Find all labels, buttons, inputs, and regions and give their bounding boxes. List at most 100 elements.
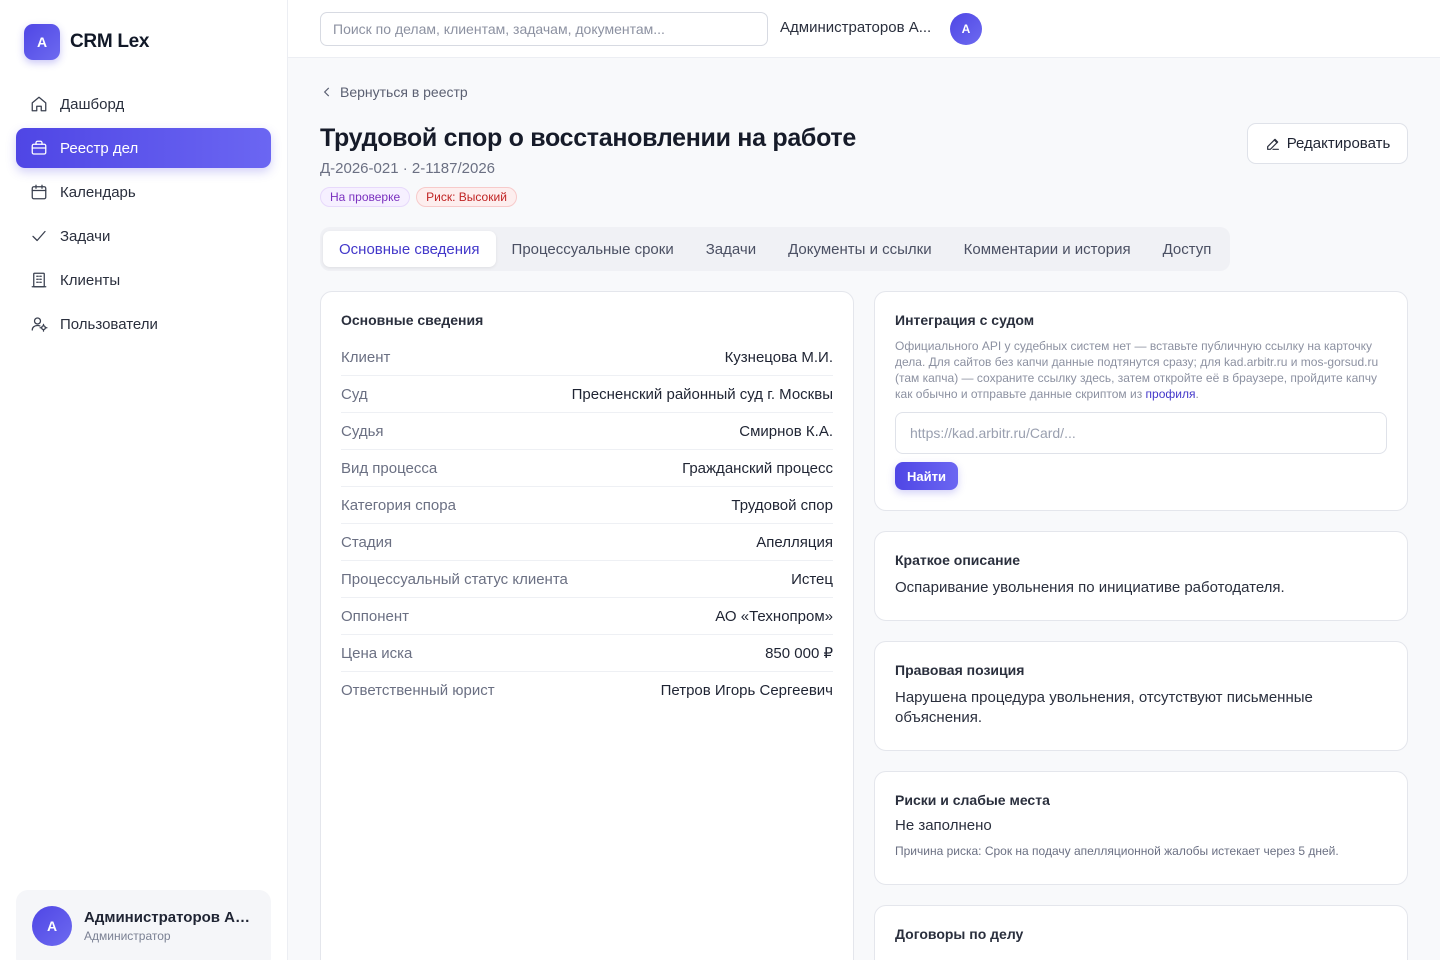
- sidebar-item-dashboard[interactable]: Дашборд: [16, 84, 271, 124]
- sidebar-item-calendar[interactable]: Календарь: [16, 172, 271, 212]
- back-link[interactable]: Вернуться в реестр: [320, 84, 468, 100]
- summary-text: Оспаривание увольнения по инициативе раб…: [895, 579, 1285, 596]
- user-name: Администраторов Ад...: [84, 909, 254, 926]
- topbar: Администраторов А... A: [288, 0, 1440, 58]
- info-label: Стадия: [341, 533, 393, 551]
- sidebar-nav: Дашборд Реестр дел Календарь Задачи Клие…: [16, 84, 271, 348]
- find-button[interactable]: Найти: [895, 462, 958, 490]
- info-row-opponent: Оппонент АО «Технопром»: [341, 598, 833, 635]
- info-label: Ответственный юрист: [341, 682, 495, 699]
- sidebar-item-label: Реестр дел: [60, 139, 139, 157]
- info-list: Клиент Кузнецова М.И. Суд Пресненский ра…: [341, 339, 833, 709]
- info-row-process-type: Вид процесса Гражданский процесс: [341, 450, 833, 487]
- users-gear-icon: [31, 317, 48, 332]
- info-row-stage: Стадия Апелляция: [341, 524, 833, 561]
- sidebar-item-clients[interactable]: Клиенты: [16, 260, 271, 300]
- info-value: Пресненский районный суд г. Москвы: [571, 385, 833, 403]
- risk-badge: Риск: Высокий: [416, 187, 517, 207]
- user-role: Администратор: [84, 929, 171, 943]
- check-icon: [32, 230, 46, 242]
- tab-access[interactable]: Доступ: [1147, 231, 1228, 267]
- card-title: Договоры по делу: [895, 926, 1024, 942]
- tab-comments[interactable]: Комментарии и история: [948, 231, 1147, 267]
- risks-text: Не заполнено: [895, 817, 992, 834]
- risks-card: Риски и слабые места Не заполнено Причин…: [874, 771, 1408, 885]
- sidebar-item-cases[interactable]: Реестр дел: [16, 128, 271, 168]
- case-number: Д-2026-021 · 2-1187/2026: [320, 160, 496, 177]
- card-title: Интеграция с судом: [895, 312, 1035, 328]
- info-label: Клиент: [341, 348, 391, 366]
- sidebar-item-label: Дашборд: [60, 95, 125, 113]
- info-label: Оппонент: [341, 607, 410, 625]
- sidebar-user-card[interactable]: A Администраторов Ад... Администратор: [16, 890, 271, 960]
- edit-button[interactable]: Редактировать: [1247, 123, 1408, 164]
- info-label: Суд: [341, 385, 368, 403]
- card-title: Риски и слабые места: [895, 792, 1050, 808]
- court-description-text: Официального API у судебных систем нет —…: [895, 339, 1379, 401]
- tab-documents[interactable]: Документы и ссылки: [772, 231, 948, 267]
- info-value: Апелляция: [756, 533, 833, 551]
- info-value: Гражданский процесс: [682, 459, 833, 477]
- status-badge: На проверке: [320, 187, 411, 207]
- back-label: Вернуться в реестр: [340, 84, 468, 100]
- info-label: Цена иска: [341, 644, 413, 662]
- avatar: A: [32, 906, 72, 946]
- info-label: Вид процесса: [341, 459, 438, 477]
- info-row-client-status: Процессуальный статус клиента Истец: [341, 561, 833, 598]
- card-title: Краткое описание: [895, 552, 1020, 568]
- header-user-name[interactable]: Администраторов А...: [780, 19, 940, 36]
- tab-tasks[interactable]: Задачи: [690, 231, 772, 267]
- contracts-card: Договоры по делу: [874, 905, 1408, 960]
- info-label: Процессуальный статус клиента: [341, 570, 568, 588]
- info-value: Трудовой спор: [731, 496, 833, 514]
- sidebar-item-tasks[interactable]: Задачи: [16, 216, 271, 256]
- sidebar-item-label: Клиенты: [60, 271, 121, 289]
- sidebar-item-label: Задачи: [60, 227, 111, 245]
- edit-icon: [1266, 138, 1279, 150]
- profile-link[interactable]: профиля: [1146, 387, 1196, 401]
- status-badges: На проверке Риск: Высокий: [320, 187, 517, 207]
- header-avatar[interactable]: A: [950, 13, 982, 45]
- info-row-client: Клиент Кузнецова М.И.: [341, 339, 833, 376]
- info-value: Смирнов К.А.: [739, 422, 833, 440]
- tab-deadlines[interactable]: Процессуальные сроки: [496, 231, 690, 267]
- page-title: Трудовой спор о восстановлении на работе: [320, 124, 856, 152]
- info-row-lawyer: Ответственный юрист Петров Игорь Сергеев…: [341, 672, 833, 709]
- edit-label: Редактировать: [1286, 135, 1391, 152]
- info-label: Категория спора: [341, 496, 456, 514]
- sidebar-item-label: Пользователи: [60, 315, 158, 333]
- sidebar-item-users[interactable]: Пользователи: [16, 304, 271, 344]
- brand-name: CRM Lex: [70, 31, 150, 52]
- info-label: Судья: [341, 422, 384, 440]
- tab-main-info[interactable]: Основные сведения: [323, 231, 496, 267]
- search-input[interactable]: [320, 12, 768, 46]
- sidebar: A CRM Lex Дашборд Реестр дел Календарь З…: [0, 0, 288, 960]
- info-row-court: Суд Пресненский районный суд г. Москвы: [341, 376, 833, 413]
- chevron-left-icon: [323, 87, 330, 97]
- calendar-icon: [31, 184, 47, 200]
- court-url-input[interactable]: [895, 412, 1387, 454]
- info-row-judge: Судья Смирнов К.А.: [341, 413, 833, 450]
- legal-position-card: Правовая позиция Нарушена процедура увол…: [874, 641, 1408, 751]
- court-integration-card: Интеграция с судом Официального API у су…: [874, 291, 1408, 511]
- sidebar-item-label: Календарь: [60, 183, 136, 201]
- briefcase-icon: [31, 140, 47, 155]
- brand[interactable]: A CRM Lex: [24, 24, 150, 60]
- info-value: 850 000 ₽: [765, 645, 833, 662]
- info-value: Петров Игорь Сергеевич: [660, 682, 833, 699]
- info-value: Истец: [791, 570, 833, 588]
- info-value: Кузнецова М.И.: [724, 348, 833, 366]
- home-icon: [31, 96, 47, 112]
- info-row-category: Категория спора Трудовой спор: [341, 487, 833, 524]
- summary-card: Краткое описание Оспаривание увольнения …: [874, 531, 1408, 621]
- info-value: АО «Технопром»: [715, 607, 833, 625]
- building-icon: [31, 272, 47, 288]
- user-info: Администраторов Ад... Администратор: [84, 906, 254, 943]
- case-tabs: Основные сведения Процессуальные сроки З…: [320, 227, 1231, 271]
- info-row-claim-amount: Цена иска 850 000 ₽: [341, 635, 833, 672]
- court-description: Официального API у судебных систем нет —…: [895, 339, 1379, 401]
- risk-reason: Причина риска: Срок на подачу апелляцион…: [895, 844, 1339, 858]
- card-title: Основные сведения: [341, 312, 484, 328]
- legal-position-text: Нарушена процедура увольнения, отсутству…: [895, 689, 1313, 726]
- brand-logo: A: [24, 24, 60, 60]
